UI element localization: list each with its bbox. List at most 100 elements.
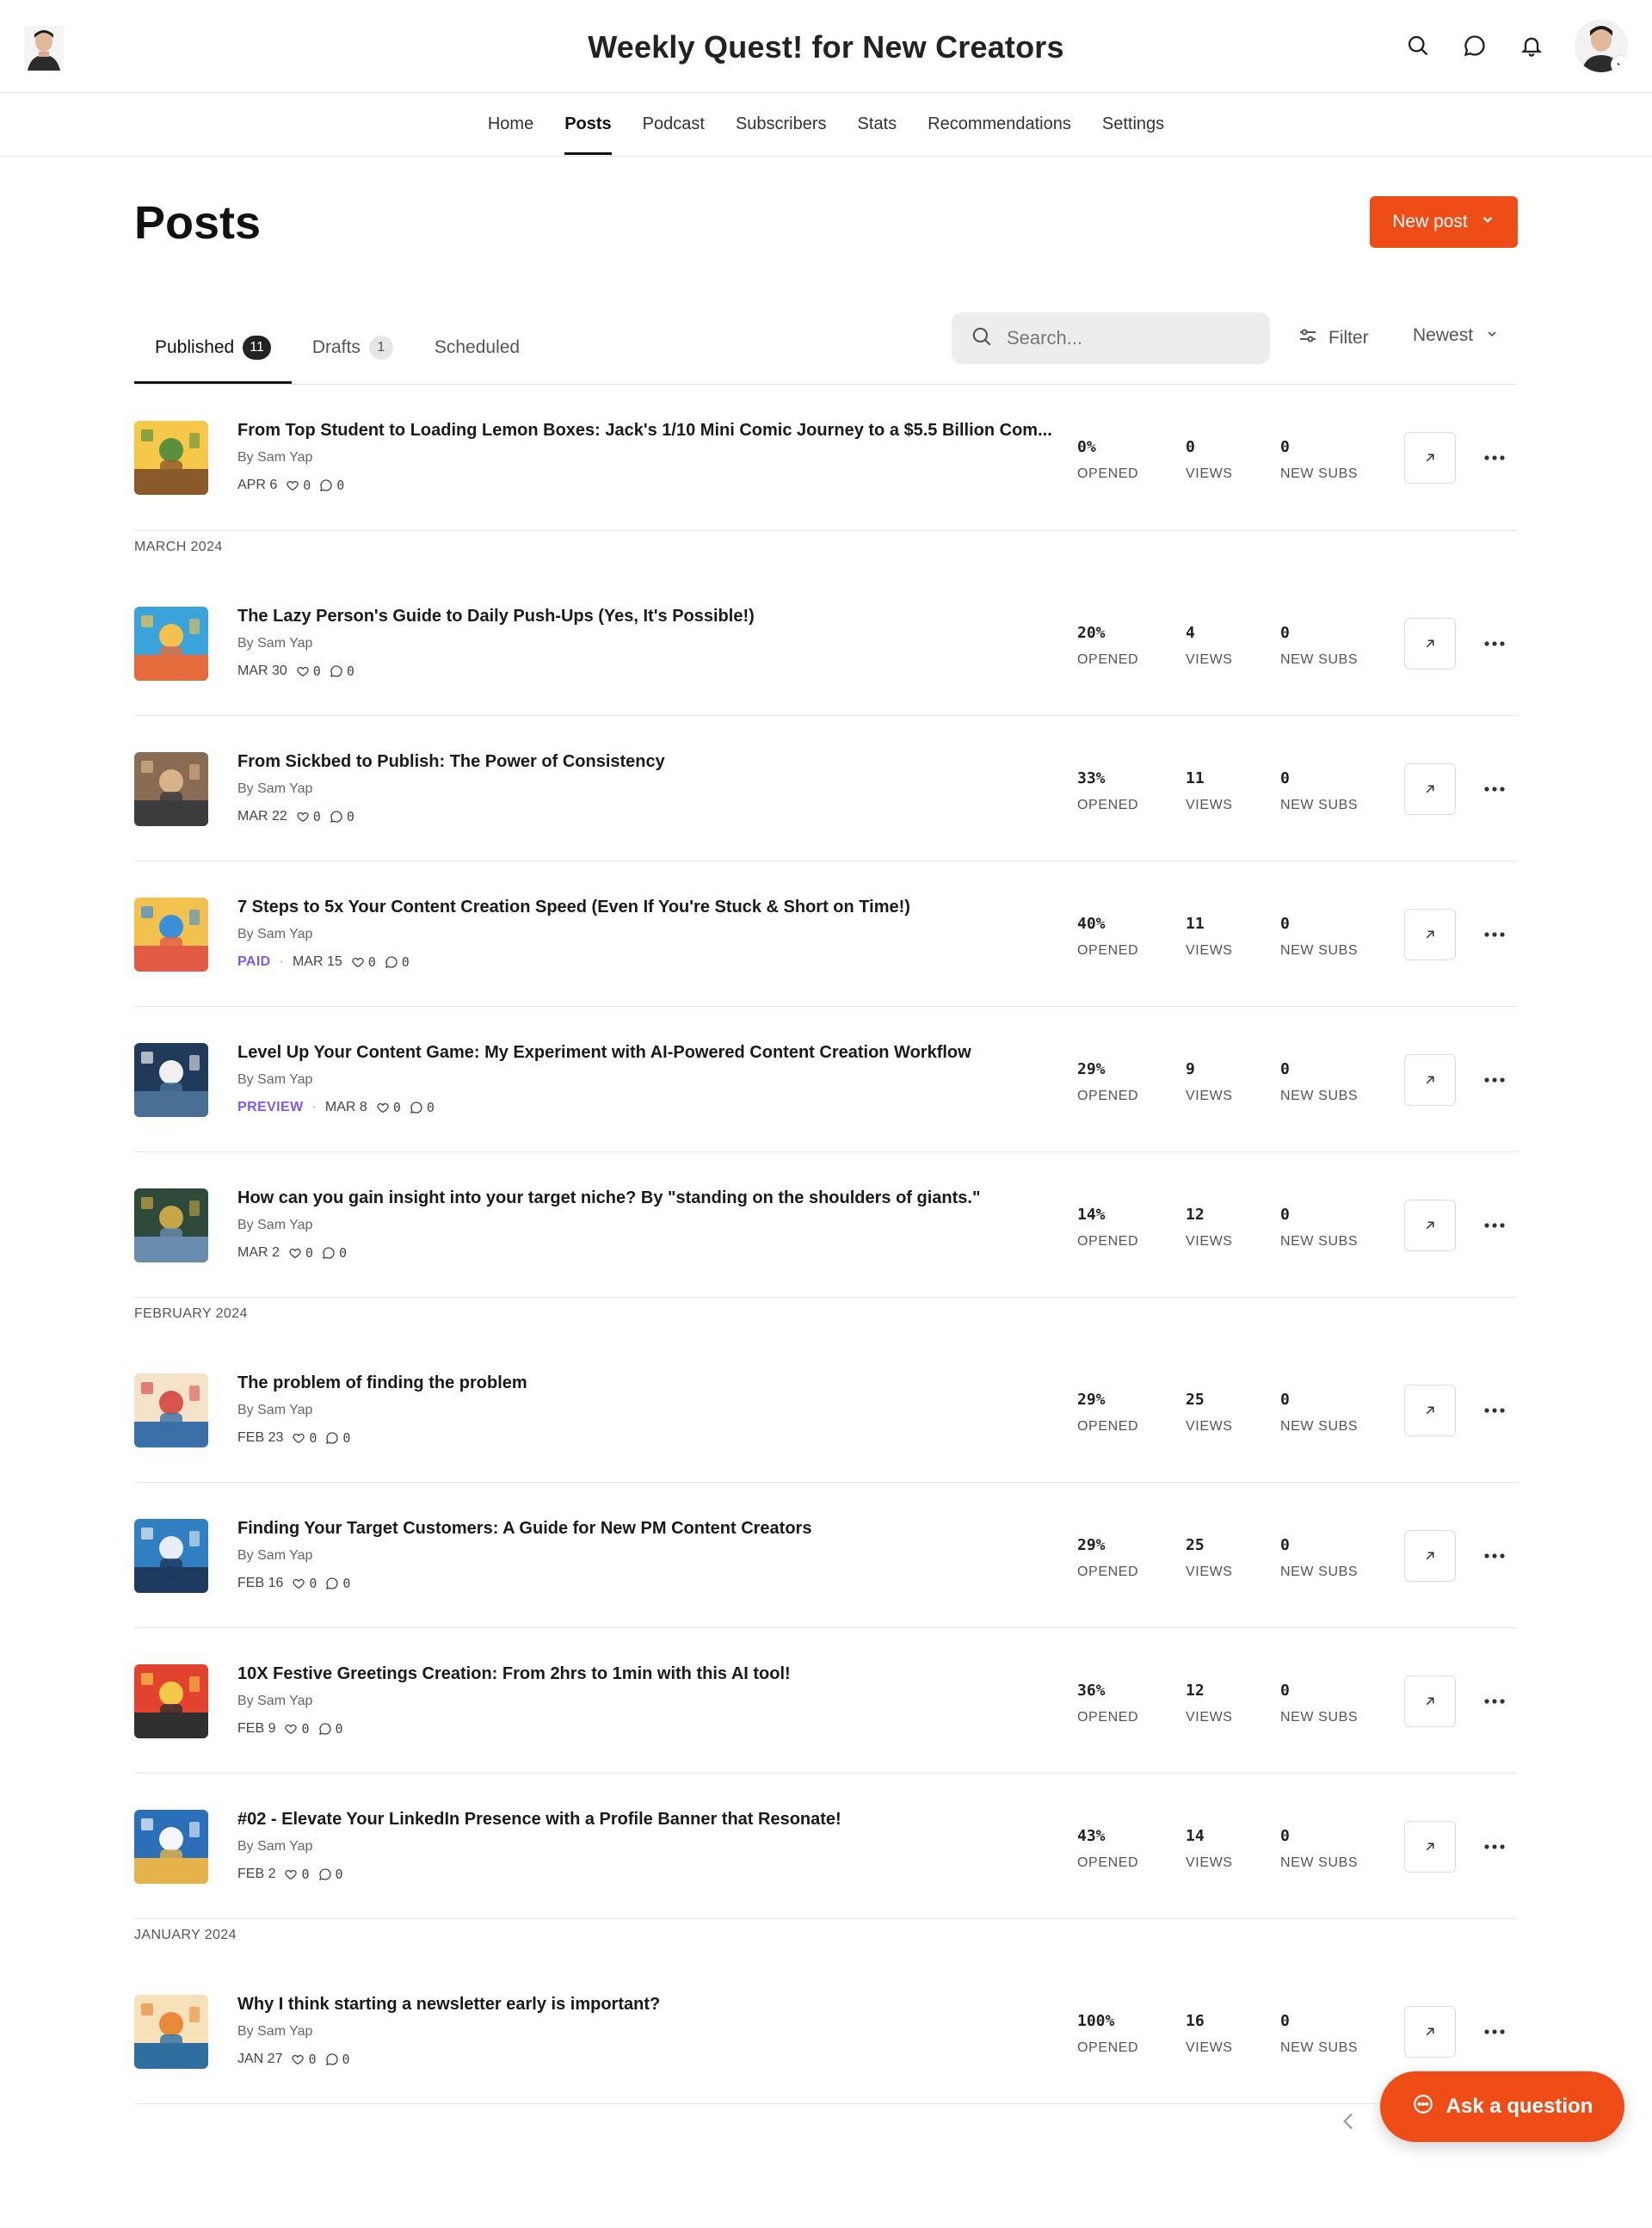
search-box[interactable] — [952, 312, 1270, 364]
comments-count[interactable]: 0 — [318, 1867, 343, 1882]
more-options-button[interactable] — [1473, 763, 1516, 815]
open-post-button[interactable] — [1404, 618, 1456, 670]
post-title[interactable]: The Lazy Person's Guide to Daily Push-Up… — [237, 607, 1150, 626]
comments-count[interactable]: 0 — [410, 1100, 435, 1115]
post-title[interactable]: 7 Steps to 5x Your Content Creation Spee… — [237, 898, 1150, 917]
post-title[interactable]: Finding Your Target Customers: A Guide f… — [237, 1519, 1150, 1539]
more-options-button[interactable] — [1473, 1054, 1516, 1106]
post-row[interactable]: 7 Steps to 5x Your Content Creation Spee… — [134, 861, 1518, 1007]
nav-posts[interactable]: Posts — [564, 93, 613, 157]
post-row[interactable]: How can you gain insight into your targe… — [134, 1152, 1518, 1298]
open-post-button[interactable] — [1404, 1054, 1456, 1106]
comments-count[interactable]: 0 — [325, 1576, 350, 1591]
bell-icon[interactable] — [1518, 32, 1545, 59]
comments-count[interactable]: 0 — [385, 954, 410, 970]
open-post-button[interactable] — [1404, 1385, 1456, 1436]
comment-icon — [318, 1723, 331, 1735]
post-thumbnail[interactable] — [134, 1188, 208, 1262]
post-row[interactable]: 10X Festive Greetings Creation: From 2hr… — [134, 1628, 1518, 1774]
post-title[interactable]: Why I think starting a newsletter early … — [237, 1995, 1150, 2015]
post-row[interactable]: From Top Student to Loading Lemon Boxes:… — [134, 385, 1518, 531]
likes-count[interactable]: 0 — [286, 478, 311, 493]
likes-count[interactable]: 0 — [291, 2052, 317, 2067]
more-options-button[interactable] — [1473, 2006, 1516, 2058]
more-options-button[interactable] — [1473, 1200, 1516, 1251]
comments-count[interactable]: 0 — [319, 478, 344, 493]
post-thumbnail[interactable] — [134, 1043, 208, 1117]
previous-page-button[interactable] — [1337, 2107, 1359, 2136]
post-title[interactable]: From Top Student to Loading Lemon Boxes:… — [237, 421, 1150, 441]
open-post-button[interactable] — [1404, 763, 1456, 815]
likes-count[interactable]: 0 — [296, 809, 321, 824]
tab-scheduled[interactable]: Scheduled — [414, 312, 540, 384]
comments-count[interactable]: 0 — [330, 809, 354, 824]
comments-count[interactable]: 0 — [330, 663, 354, 679]
post-thumbnail[interactable] — [134, 607, 208, 681]
post-title[interactable]: 10X Festive Greetings Creation: From 2hr… — [237, 1664, 1150, 1684]
nav-stats[interactable]: Stats — [858, 93, 897, 157]
more-options-button[interactable] — [1473, 909, 1516, 960]
post-row[interactable]: The Lazy Person's Guide to Daily Push-Up… — [134, 571, 1518, 716]
post-thumbnail[interactable] — [134, 421, 208, 495]
open-post-button[interactable] — [1404, 909, 1456, 960]
ask-question-button[interactable]: Ask a question — [1380, 2071, 1624, 2142]
post-row[interactable]: #02 - Elevate Your LinkedIn Presence wit… — [134, 1774, 1518, 1919]
nav-settings[interactable]: Settings — [1102, 93, 1164, 157]
post-thumbnail[interactable] — [134, 1810, 208, 1884]
likes-count[interactable]: 0 — [292, 1576, 317, 1591]
likes-count[interactable]: 0 — [284, 1721, 310, 1737]
open-post-button[interactable] — [1404, 432, 1456, 484]
nav-podcast[interactable]: Podcast — [643, 93, 705, 157]
post-meta: MAR 22 0 0 — [237, 809, 354, 824]
chat-icon[interactable] — [1461, 32, 1489, 59]
comments-count[interactable]: 0 — [322, 1245, 347, 1261]
open-post-button[interactable] — [1404, 1821, 1456, 1873]
post-thumbnail[interactable] — [134, 752, 208, 826]
likes-count[interactable]: 0 — [288, 1245, 313, 1261]
more-options-button[interactable] — [1473, 618, 1516, 670]
search-icon[interactable] — [1404, 32, 1432, 59]
post-title[interactable]: The problem of finding the problem — [237, 1373, 1150, 1393]
more-options-button[interactable] — [1473, 1821, 1516, 1873]
post-thumbnail[interactable] — [134, 898, 208, 972]
open-post-button[interactable] — [1404, 1530, 1456, 1582]
post-row[interactable]: From Sickbed to Publish: The Power of Co… — [134, 716, 1518, 861]
post-row[interactable]: Why I think starting a newsletter early … — [134, 1959, 1518, 2104]
comments-count[interactable]: 0 — [325, 1430, 350, 1446]
more-options-button[interactable] — [1473, 1530, 1516, 1582]
post-thumbnail[interactable] — [134, 1995, 208, 2069]
user-avatar[interactable] — [1575, 19, 1628, 72]
likes-count[interactable]: 0 — [296, 663, 321, 679]
likes-count[interactable]: 0 — [292, 1430, 317, 1446]
likes-count[interactable]: 0 — [351, 954, 376, 970]
open-post-button[interactable] — [1404, 1676, 1456, 1727]
post-row[interactable]: Level Up Your Content Game: My Experimen… — [134, 1007, 1518, 1152]
comments-count[interactable]: 0 — [318, 1721, 343, 1737]
post-title[interactable]: From Sickbed to Publish: The Power of Co… — [237, 752, 1150, 772]
post-title[interactable]: #02 - Elevate Your LinkedIn Presence wit… — [237, 1810, 1150, 1830]
sort-dropdown[interactable]: Newest — [1413, 325, 1499, 346]
more-options-button[interactable] — [1473, 1676, 1516, 1727]
more-options-button[interactable] — [1473, 1385, 1516, 1436]
more-options-button[interactable] — [1473, 432, 1516, 484]
tab-drafts[interactable]: Drafts 1 — [292, 312, 414, 384]
new-post-button[interactable]: New post — [1370, 196, 1518, 248]
likes-count[interactable]: 0 — [284, 1867, 310, 1882]
post-thumbnail[interactable] — [134, 1373, 208, 1447]
post-title[interactable]: Level Up Your Content Game: My Experimen… — [237, 1043, 1150, 1063]
post-row[interactable]: The problem of finding the problem By Sa… — [134, 1337, 1518, 1483]
tab-published[interactable]: Published 11 — [134, 312, 292, 384]
post-title[interactable]: How can you gain insight into your targe… — [237, 1188, 1150, 1208]
comments-count[interactable]: 0 — [325, 2052, 350, 2067]
filter-button[interactable]: Filter — [1298, 325, 1369, 351]
post-thumbnail[interactable] — [134, 1664, 208, 1738]
nav-recommendations[interactable]: Recommendations — [928, 93, 1071, 157]
open-post-button[interactable] — [1404, 1200, 1456, 1251]
likes-count[interactable]: 0 — [376, 1100, 401, 1115]
post-thumbnail[interactable] — [134, 1519, 208, 1593]
nav-subscribers[interactable]: Subscribers — [736, 93, 827, 157]
search-input[interactable] — [1007, 327, 1248, 349]
open-post-button[interactable] — [1404, 2006, 1456, 2058]
post-row[interactable]: Finding Your Target Customers: A Guide f… — [134, 1483, 1518, 1628]
nav-home[interactable]: Home — [488, 93, 533, 157]
